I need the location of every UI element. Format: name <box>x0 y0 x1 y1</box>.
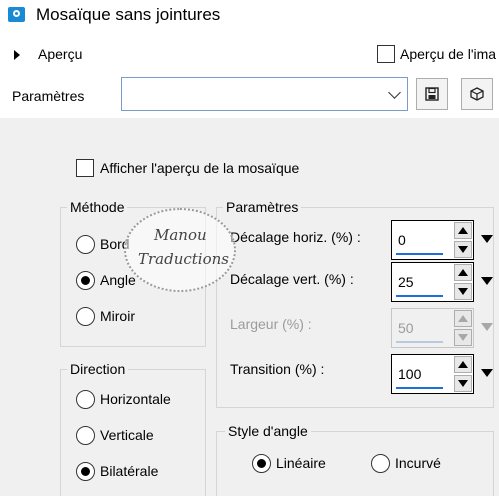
direction-horizontal-radio[interactable] <box>76 390 95 409</box>
increment-arrow-icon[interactable] <box>454 222 472 239</box>
expand-arrow-icon[interactable] <box>14 50 20 60</box>
direction-vertical-label: Verticale <box>100 427 154 443</box>
vertical-offset-label: Décalage vert. (%) : <box>230 271 354 287</box>
increment-arrow-icon <box>454 310 472 327</box>
transition-value: 100 <box>398 366 422 382</box>
width-value: 50 <box>398 320 414 336</box>
method-mirror-label: Miroir <box>100 308 135 324</box>
corner-style-group-title: Style d'angle <box>225 423 311 439</box>
horizontal-offset-value: 0 <box>398 232 406 248</box>
watermark-line2: Traductions <box>138 250 229 268</box>
show-tile-preview-checkbox[interactable] <box>76 159 94 177</box>
translator-watermark: Manou Traductions <box>124 208 236 292</box>
dropdown-arrow-icon[interactable] <box>481 277 493 285</box>
presets-label: Paramètres <box>12 88 85 104</box>
method-corner-label: Angle <box>100 272 136 288</box>
method-edge-radio[interactable] <box>76 235 95 254</box>
increment-arrow-icon[interactable] <box>454 264 472 281</box>
horizontal-offset-spinbox[interactable]: 0 <box>391 220 493 260</box>
image-preview-label: Aperçu de l'ima <box>400 46 497 62</box>
width-spinbox: 50 <box>391 308 493 348</box>
reset-cube-icon <box>470 87 484 101</box>
method-mirror-radio[interactable] <box>76 307 95 326</box>
image-preview-checkbox[interactable] <box>377 45 395 63</box>
preview-expander-label[interactable]: Aperçu <box>38 46 82 62</box>
transition-spinbox[interactable]: 100 <box>391 354 493 394</box>
dropdown-arrow-icon[interactable] <box>481 235 493 243</box>
chevron-down-icon <box>388 86 401 99</box>
camera-icon <box>8 7 25 22</box>
direction-group-title: Direction <box>67 361 129 377</box>
dropdown-arrow-icon <box>481 323 493 331</box>
vertical-offset-value: 25 <box>398 274 414 290</box>
corner-linear-radio[interactable] <box>252 454 271 473</box>
reset-preset-button[interactable] <box>461 78 493 110</box>
watermark-line1: Manou <box>154 226 207 244</box>
decrement-arrow-icon[interactable] <box>454 283 472 300</box>
corner-linear-label: Linéaire <box>276 455 326 471</box>
corner-curved-radio[interactable] <box>371 454 390 473</box>
value-underline <box>396 295 443 297</box>
presets-dropdown[interactable] <box>121 77 408 111</box>
width-label: Largeur (%) : <box>230 316 312 332</box>
decrement-arrow-icon[interactable] <box>454 241 472 258</box>
window-title: Mosaïque sans jointures <box>36 5 221 24</box>
method-corner-radio[interactable] <box>76 271 95 290</box>
direction-horizontal-label: Horizontale <box>100 391 171 407</box>
vertical-offset-spinbox[interactable]: 25 <box>391 262 493 302</box>
save-preset-button[interactable] <box>416 78 448 110</box>
direction-bilateral-label: Bilatérale <box>100 463 159 479</box>
show-tile-preview-label: Afficher l'aperçu de la mosaïque <box>100 160 300 176</box>
method-group-title: Méthode <box>67 199 128 215</box>
horizontal-offset-label: Décalage horiz. (%) : <box>230 229 361 245</box>
increment-arrow-icon[interactable] <box>454 356 472 373</box>
corner-curved-label: Incurvé <box>395 455 441 471</box>
parameters-group-title: Paramètres <box>223 199 302 215</box>
dropdown-arrow-icon[interactable] <box>481 369 493 377</box>
value-underline <box>396 387 443 389</box>
decrement-arrow-icon[interactable] <box>454 375 472 392</box>
direction-vertical-radio[interactable] <box>76 426 95 445</box>
value-underline <box>396 341 443 343</box>
decrement-arrow-icon <box>454 329 472 346</box>
value-underline <box>396 253 443 255</box>
floppy-disk-icon <box>425 87 439 101</box>
transition-label: Transition (%) : <box>230 361 325 377</box>
direction-bilateral-radio[interactable] <box>76 462 95 481</box>
